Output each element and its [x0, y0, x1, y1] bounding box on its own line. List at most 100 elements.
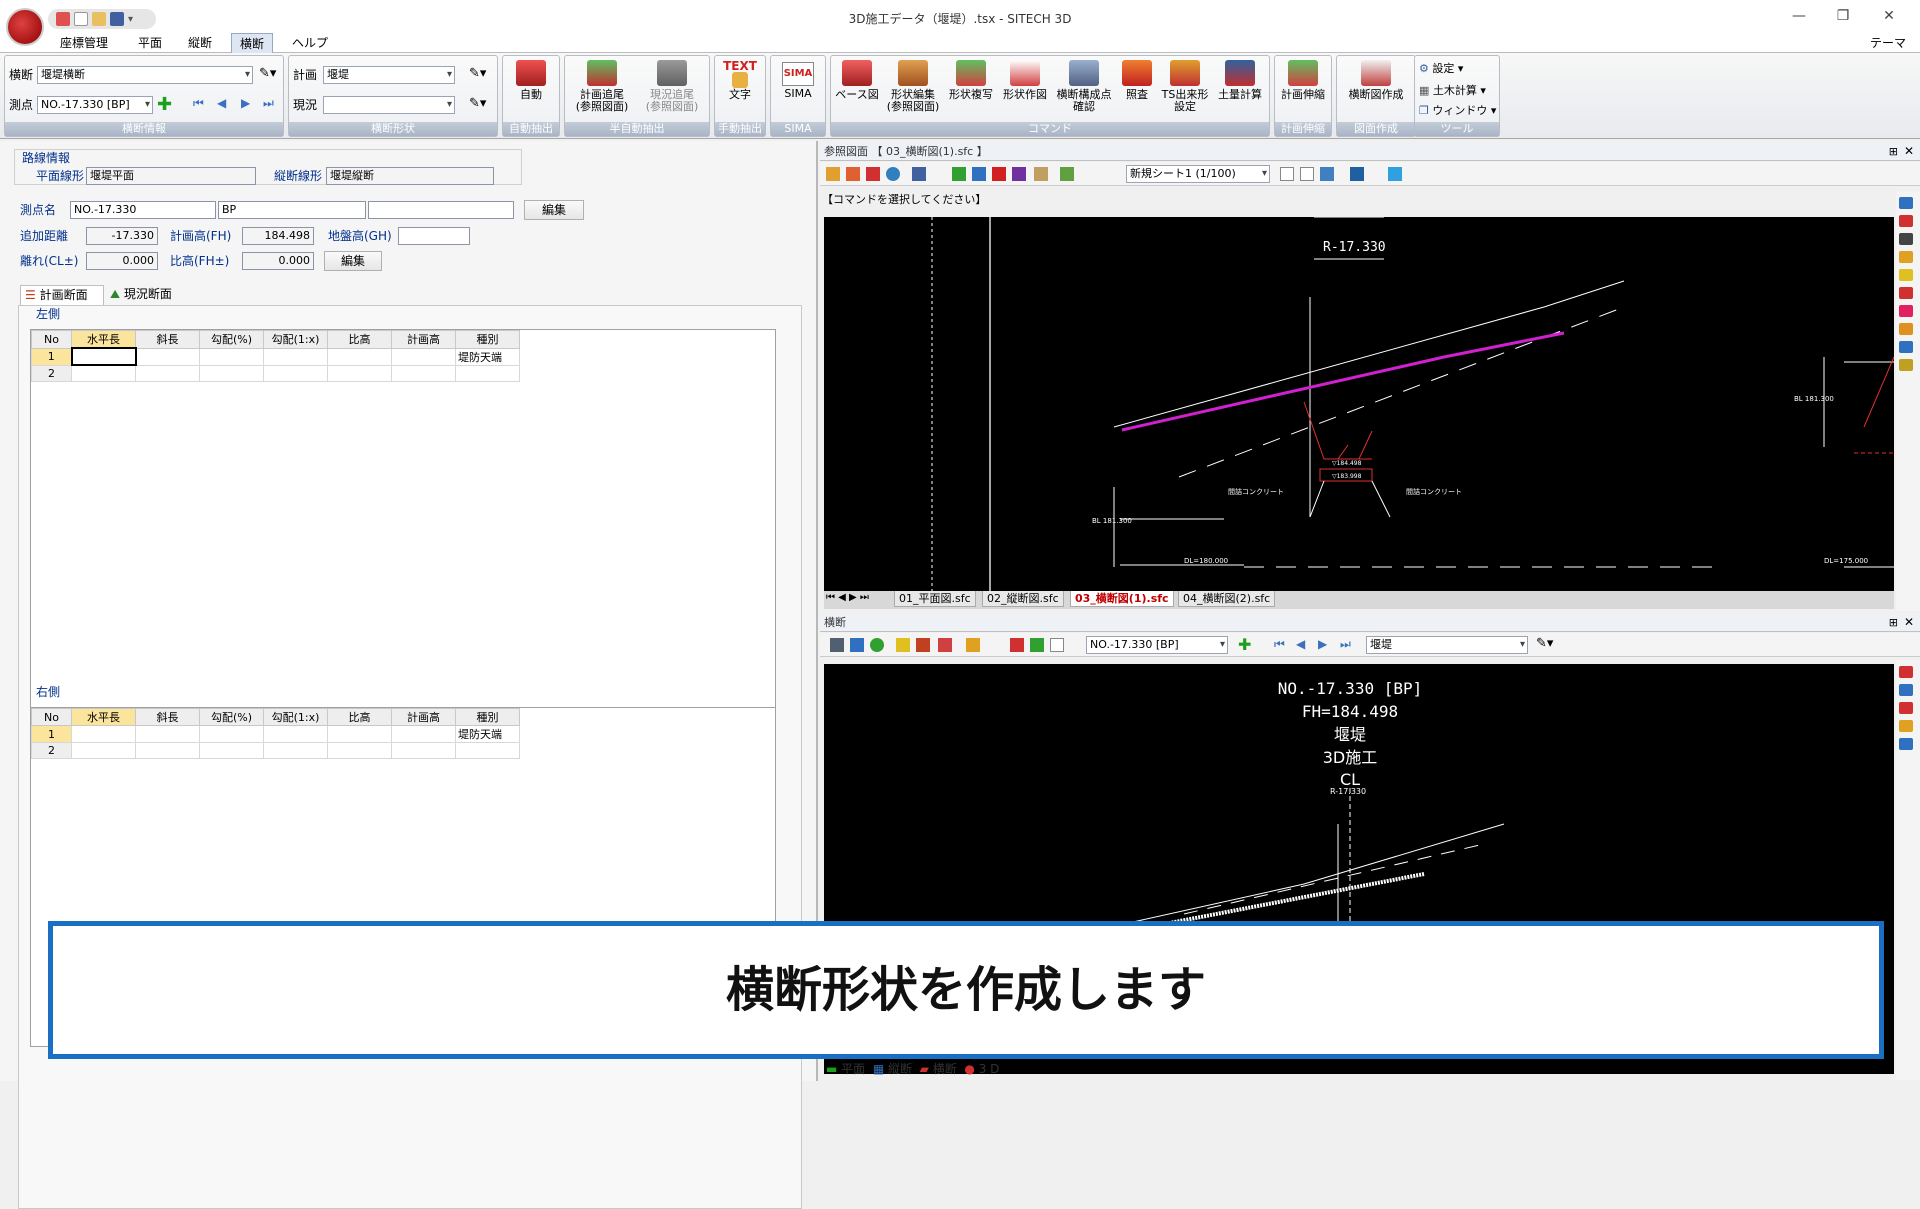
- table-cell[interactable]: [263, 364, 328, 382]
- theme-menu[interactable]: テーマ: [1862, 33, 1914, 53]
- tool-icon[interactable]: [1899, 359, 1913, 371]
- table-cell[interactable]: [263, 347, 328, 366]
- table-cell[interactable]: [455, 742, 520, 759]
- table-cell[interactable]: [263, 742, 328, 759]
- col-grade-pct[interactable]: 勾配(%): [199, 330, 264, 349]
- first-station-icon[interactable]: ⏮: [193, 96, 204, 111]
- keikaku-select[interactable]: 堰堤: [323, 66, 455, 84]
- shape-draw-button[interactable]: 形状作図: [999, 56, 1051, 101]
- col-slope-length[interactable]: 斜長: [135, 708, 200, 726]
- col-grade-ratio[interactable]: 勾配(1:x): [263, 330, 328, 349]
- scale-icon[interactable]: [972, 167, 986, 181]
- tool-icon[interactable]: [1899, 738, 1913, 750]
- table-cell[interactable]: [263, 725, 328, 743]
- col-height-diff[interactable]: 比高: [327, 708, 392, 726]
- tool-icon[interactable]: [1899, 251, 1913, 263]
- table-cell[interactable]: [327, 725, 392, 743]
- minimize-button[interactable]: —: [1776, 4, 1822, 28]
- tool-icon[interactable]: [916, 638, 930, 652]
- reference-drawing-canvas[interactable]: R-17.330 BL 181.300 DL=180.000 DL=175.00…: [824, 217, 1894, 591]
- sheet-tab[interactable]: 04_横断図(2).sfc: [1178, 591, 1276, 607]
- tool-icon[interactable]: [1899, 720, 1913, 732]
- close-button[interactable]: ✕: [1866, 4, 1912, 28]
- col-plan-height[interactable]: 計画高: [391, 708, 456, 726]
- table-cell[interactable]: [71, 364, 136, 382]
- current-trace-button[interactable]: 現況追尾 (参照図面): [639, 56, 705, 113]
- line-icon[interactable]: [938, 638, 952, 652]
- civil-calc-menu[interactable]: ▦ 土木計算 ▾: [1419, 82, 1486, 98]
- table-cell[interactable]: 堤防天端: [455, 347, 520, 366]
- add-icon[interactable]: ✚: [1238, 635, 1251, 654]
- last-station-icon[interactable]: ⏭: [263, 96, 274, 111]
- table-cell[interactable]: [391, 725, 456, 743]
- col-horizontal[interactable]: 水平長: [71, 330, 136, 349]
- pencil-icon[interactable]: ✎▾: [1536, 636, 1553, 651]
- table-cell[interactable]: 堤防天端: [455, 725, 520, 743]
- help-icon[interactable]: [1012, 167, 1026, 181]
- settings-menu[interactable]: ⚙ 設定 ▾: [1419, 60, 1463, 76]
- table-cell[interactable]: [135, 725, 200, 743]
- measure-icon[interactable]: [992, 167, 1006, 181]
- table-cell[interactable]: [199, 364, 264, 382]
- pencil-icon[interactable]: ✎▾: [259, 66, 276, 81]
- select-icon[interactable]: [1388, 167, 1402, 181]
- view-tab[interactable]: 平面: [841, 1062, 865, 1076]
- col-grade-ratio[interactable]: 勾配(1:x): [263, 708, 328, 726]
- shape-copy-button[interactable]: 形状複写: [945, 56, 997, 101]
- layer-icon[interactable]: [846, 167, 860, 181]
- pencil-icon[interactable]: ✎▾: [469, 66, 486, 81]
- sheet-tab[interactable]: 02_縦断図.sfc: [982, 591, 1064, 607]
- col-grade-pct[interactable]: 勾配(%): [199, 708, 264, 726]
- tab-plan-section[interactable]: ☰ 計画断面: [20, 285, 104, 305]
- light-icon[interactable]: [896, 638, 910, 652]
- edit-height-button[interactable]: 編集: [324, 251, 382, 271]
- tab-help[interactable]: ヘルプ: [284, 33, 336, 53]
- app-logo-icon[interactable]: [6, 8, 44, 46]
- sheet-select[interactable]: 新規シート1 (1/100): [1126, 165, 1270, 183]
- dimension-icon[interactable]: [966, 638, 980, 652]
- text-button[interactable]: TEXT 文字: [715, 56, 765, 101]
- tool-icon[interactable]: [1899, 666, 1913, 678]
- table-cell[interactable]: [199, 742, 264, 759]
- close-icon[interactable]: ✕: [1904, 615, 1914, 629]
- tab-coordinate[interactable]: 座標管理: [52, 33, 116, 53]
- col-plan-height[interactable]: 計画高: [391, 330, 456, 349]
- section-icon[interactable]: [1010, 638, 1024, 652]
- page-icon[interactable]: [1280, 167, 1294, 181]
- station-select[interactable]: NO.-17.330 [BP]: [1086, 636, 1228, 654]
- col-height-diff[interactable]: 比高: [327, 330, 392, 349]
- tab-vertical[interactable]: 縦断: [180, 33, 220, 53]
- shape-edit-button[interactable]: 形状編集 (参照図面): [883, 56, 943, 113]
- shape-select[interactable]: 堰堤: [1366, 636, 1528, 654]
- col-type[interactable]: 種別: [455, 330, 520, 349]
- tool-icon[interactable]: [1899, 305, 1913, 317]
- prev-icon[interactable]: ◀: [1296, 637, 1305, 651]
- grid-icon[interactable]: [952, 167, 966, 181]
- table-cell[interactable]: [327, 364, 392, 382]
- plan-trace-button[interactable]: 計画追尾 (参照図面): [569, 56, 635, 113]
- tool-icon[interactable]: [1899, 684, 1913, 696]
- row-number[interactable]: 2: [31, 364, 72, 382]
- table-cell[interactable]: [391, 742, 456, 759]
- photo-icon[interactable]: [1034, 167, 1048, 181]
- sheet-tab[interactable]: 01_平面図.sfc: [894, 591, 976, 607]
- auto-button[interactable]: 自動: [503, 56, 559, 101]
- table-cell[interactable]: [135, 742, 200, 759]
- layers-icon[interactable]: [1060, 167, 1074, 181]
- first-icon[interactable]: ⏮: [1274, 637, 1285, 652]
- tool-icon[interactable]: [1899, 215, 1913, 227]
- page-icon[interactable]: [1050, 638, 1064, 652]
- tool-icon[interactable]: [1899, 269, 1913, 281]
- base-drawing-button[interactable]: ベース図: [833, 56, 881, 101]
- genkyo-select[interactable]: [323, 96, 455, 114]
- volume-calc-button[interactable]: 土量計算: [1213, 56, 1267, 101]
- save-icon[interactable]: [912, 167, 926, 181]
- tab-current-section[interactable]: ⛰ 現況断面: [106, 285, 188, 305]
- last-icon[interactable]: ⏭: [1340, 637, 1351, 652]
- view-tab[interactable]: 縦断: [888, 1062, 912, 1076]
- table-cell[interactable]: [327, 742, 392, 759]
- prev-station-icon[interactable]: ◀: [217, 96, 226, 110]
- station-field[interactable]: NO.-17.330: [70, 201, 216, 219]
- open-icon[interactable]: [826, 167, 840, 181]
- station-bp-field[interactable]: BP: [218, 201, 366, 219]
